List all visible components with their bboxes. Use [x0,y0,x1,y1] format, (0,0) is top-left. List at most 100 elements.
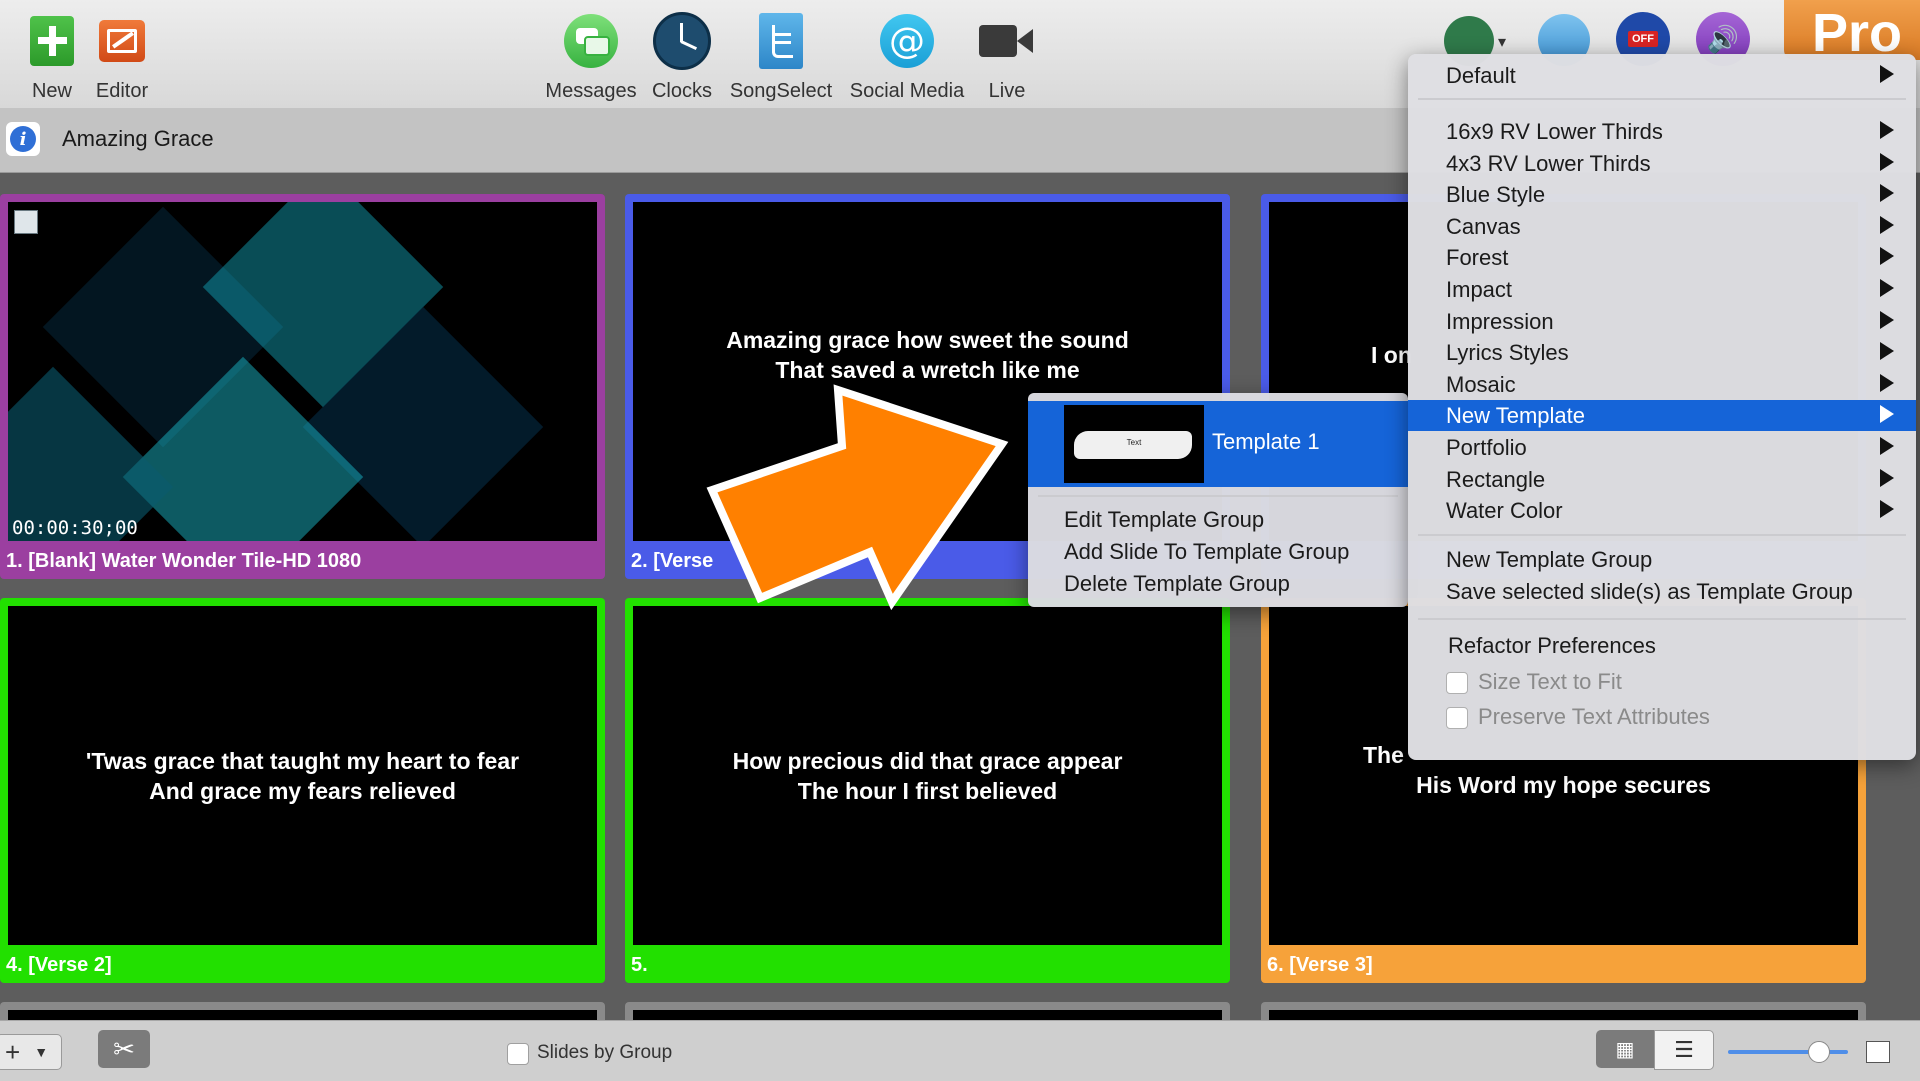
info-icon: i [10,126,36,152]
template-submenu: Text Template 1 Edit Template Group Add … [1028,393,1408,607]
editor-label: Editor [95,80,149,102]
slide-5-canvas: How precious did that grace appear The h… [633,606,1222,945]
menu-item-new-template[interactable]: New Template [1408,400,1916,432]
slide-2-line-1: Amazing grace how sweet the sound [726,326,1129,353]
video-media-icon [14,210,38,234]
chevron-right-icon [1880,437,1894,455]
slide-5-line-1: How precious did that grace appear [732,747,1123,774]
menu-item-mosaic[interactable]: Mosaic [1408,369,1916,400]
slide-5-text: How precious did that grace appear The h… [633,746,1222,806]
template-1-thumbnail: Text [1064,405,1204,483]
slide-thumbnail-5[interactable]: How precious did that grace appear The h… [625,598,1230,983]
menu-item-refactor-preferences: Refactor Preferences [1448,633,1656,658]
menu-item-lyrics-styles[interactable]: Lyrics Styles [1408,337,1916,368]
grid-view-button[interactable]: ▦ [1596,1030,1654,1068]
chevron-right-icon [1880,121,1894,139]
chevron-right-icon [1880,247,1894,266]
zoom-slider-thumb[interactable] [1808,1041,1830,1063]
template-menu: Default 16x9 RV Lower Thirds 4x3 RV Lower… [1408,54,1916,760]
template-1-name: Template 1 [1212,429,1320,454]
slide-6-line-1: The [1363,742,1404,768]
slide-3-line-1: I on [1371,342,1412,368]
slide-6-label: 6. [Verse 3] [1267,954,1373,976]
chevron-right-icon [1880,468,1894,487]
live-label: Live [988,80,1026,102]
grid-icon: ▦ [1615,1038,1635,1061]
off-badge-text: OFF [1628,31,1658,47]
chevron-right-icon [1880,184,1894,203]
menu-item-default[interactable]: Default [1408,60,1916,91]
slide-4-canvas: 'Twas grace that taught my heart to fear… [8,606,597,945]
songselect-button[interactable]: SongSelect [721,10,841,103]
video-camera-icon [979,23,1035,59]
clock-icon [653,12,711,70]
menu-item-preserve-text-attributes[interactable]: Preserve Text Attributes [1408,701,1916,732]
editor-button[interactable]: Editor [62,10,182,103]
chevron-right-icon [1880,279,1894,297]
songselect-label: SongSelect [729,80,833,102]
document-title: Amazing Grace [62,126,214,151]
list-view-button[interactable]: ☰ [1654,1030,1714,1070]
menu-separator [1418,618,1906,620]
menu-separator [1418,98,1906,100]
submenu-separator [1038,495,1398,497]
slide-thumbnail-4[interactable]: 'Twas grace that taught my heart to fear… [0,598,605,983]
chevron-right-icon [1880,373,1894,392]
scissors-icon: ✂ [113,1033,135,1064]
menu-item-4x3-rv-lower-thirds[interactable]: 4x3 RV Lower Thirds [1408,148,1916,179]
add-slide-button[interactable]: + ▼ [0,1034,62,1070]
size-text-to-fit-checkbox[interactable] [1446,672,1468,694]
chevron-right-icon [1880,310,1894,329]
messages-icon [564,14,618,68]
slide-thumbnail-1[interactable]: 00:00:30;00 1. [Blank] Water Wonder Tile… [0,194,605,579]
menu-item-size-text-to-fit[interactable]: Size Text to Fit [1408,666,1916,697]
screens-dropdown-chevron-icon[interactable]: ▾ [1498,32,1506,52]
menu-item-impact[interactable]: Impact [1408,274,1916,305]
at-sign-icon: @ [880,14,934,68]
menu-item-blue-style[interactable]: Blue Style [1408,179,1916,210]
pro-logo: Pro [1784,0,1920,63]
menu-item-canvas[interactable]: Canvas [1408,211,1916,242]
bottom-bar: + ▼ ✂ Slides by Group ▦ ☰ [0,1020,1920,1081]
slide-1-label: 1. [Blank] Water Wonder Tile-HD 1080 [6,550,362,572]
add-slide-to-template-group-item[interactable]: Add Slide To Template Group [1064,539,1349,565]
menu-item-forest[interactable]: Forest [1408,242,1916,273]
plus-icon: + [5,1036,21,1067]
info-button[interactable]: i [6,122,40,156]
chevron-down-icon: ▼ [34,1044,49,1060]
cut-button[interactable]: ✂ [98,1030,150,1068]
slides-by-group-label: Slides by Group [537,1042,673,1063]
template-1-item[interactable]: Text Template 1 [1028,401,1408,487]
edit-template-group-item[interactable]: Edit Template Group [1064,507,1264,533]
chevron-right-icon [1880,405,1894,424]
orange-arrow-annotation [706,384,1009,610]
chevron-right-icon [1880,215,1894,234]
chevron-right-icon [1880,500,1894,519]
slide-5-label: 5. [631,954,648,976]
menu-item-impression[interactable]: Impression [1408,306,1916,337]
chevron-right-icon [1880,342,1894,361]
slides-by-group-checkbox[interactable] [507,1043,529,1065]
editor-icon [99,20,145,62]
live-button[interactable]: Live [947,10,1067,103]
delete-template-group-item[interactable]: Delete Template Group [1064,571,1290,597]
menu-separator [1418,534,1906,536]
list-icon: ☰ [1674,1037,1694,1062]
slide-4-label: 4. [Verse 2] [6,954,112,976]
zoom-slider-track[interactable] [1728,1050,1848,1054]
slide-5-line-2: The hour I first believed [797,777,1058,804]
slide-6-line-2: His Word my hope secures [1416,772,1711,798]
menu-item-water-color[interactable]: Water Color [1408,495,1916,526]
menu-item-new-template-group[interactable]: New Template Group [1408,544,1916,575]
menu-item-save-as-template-group[interactable]: Save selected slide(s) as Template Group [1408,576,1916,607]
songselect-icon [759,13,803,69]
slide-4-line-2: And grace my fears relieved [149,777,456,804]
menu-item-portfolio[interactable]: Portfolio [1408,432,1916,463]
menu-item-16x9-rv-lower-thirds[interactable]: 16x9 RV Lower Thirds [1408,116,1916,147]
fullscreen-icon[interactable] [1866,1041,1890,1063]
slide-2-text: Amazing grace how sweet the sound That s… [633,325,1222,385]
chevron-right-icon [1880,152,1894,171]
preserve-text-attributes-checkbox[interactable] [1446,707,1468,729]
menu-item-rectangle[interactable]: Rectangle [1408,464,1916,495]
slide-1-image: 00:00:30;00 [8,202,597,541]
